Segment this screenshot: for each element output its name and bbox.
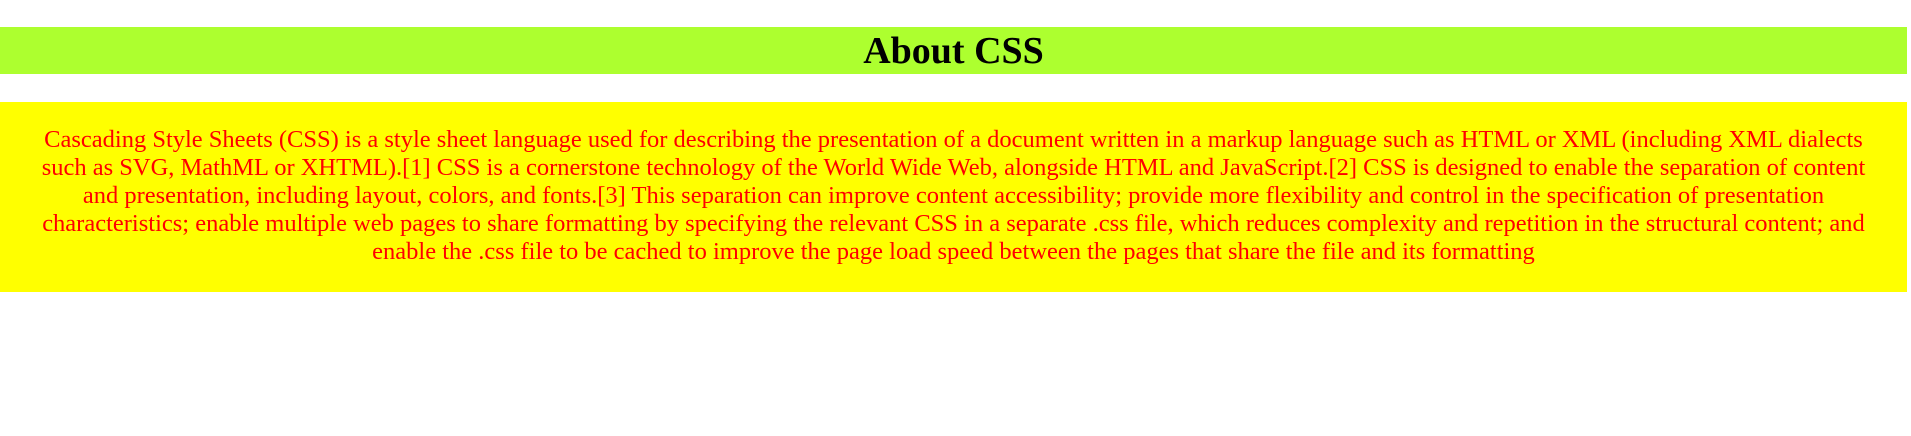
page: About CSS Cascading Style Sheets (CSS) i… <box>0 0 1911 436</box>
page-title: About CSS <box>863 29 1044 72</box>
description-paragraph: Cascading Style Sheets (CSS) is a style … <box>41 126 1866 265</box>
description-box: Cascading Style Sheets (CSS) is a style … <box>0 102 1907 292</box>
title-banner: About CSS <box>0 27 1907 74</box>
